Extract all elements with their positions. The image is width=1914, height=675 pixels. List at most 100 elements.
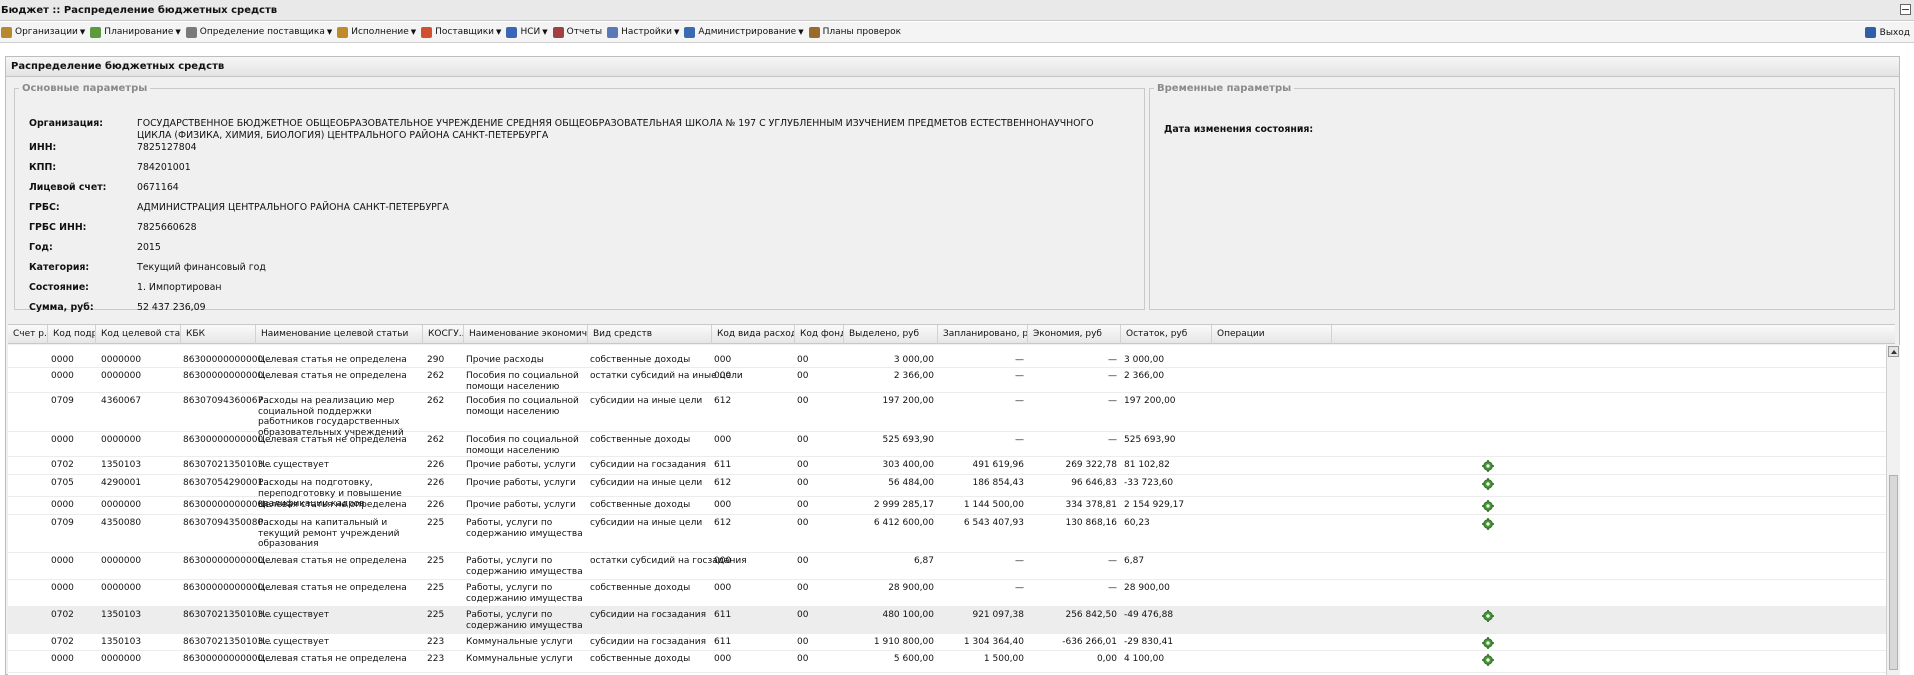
cell-fond: 00 <box>797 371 809 381</box>
cell-plan: 186 854,43 <box>972 478 1024 488</box>
cell-kosgu: 226 <box>427 478 445 488</box>
column-header[interactable]: Код вида расходов <box>712 325 795 344</box>
menu-item[interactable]: Организации ▼ <box>0 23 89 42</box>
column-header[interactable]: Выделено, руб <box>844 325 938 344</box>
table-row[interactable]: 0000 0000000 86300000000000... Целевая стат… <box>8 432 1886 457</box>
cell-kbk: 86307054290001... <box>183 478 272 488</box>
table-row[interactable]: 0709 4350080 86307094350080... Расходы на к… <box>8 515 1886 553</box>
column-header[interactable]: КБК <box>181 325 256 344</box>
cell-ost: 525 693,90 <box>1124 435 1176 445</box>
planning-icon <box>90 26 102 38</box>
inspection-icon <box>808 26 820 38</box>
column-header[interactable]: Экономия, руб <box>1028 325 1121 344</box>
param-row-grbs-inn: ГРБС ИНН: 7825660628 <box>29 222 1107 234</box>
menu-item[interactable]: НСИ ▼ <box>505 23 551 42</box>
column-header[interactable]: Запланировано, руб <box>938 325 1028 344</box>
cell-plan: 491 619,96 <box>972 460 1024 470</box>
table-row[interactable]: 0000 0000000 86300000000000... Целевая стат… <box>8 368 1886 393</box>
cell-name: Целевая статья не определена <box>258 556 407 566</box>
param-label: ГРБС: <box>29 202 60 213</box>
exit-button[interactable]: Выход <box>1864 23 1910 42</box>
table-row[interactable]: 0000 0000000 86300000000000... Целевая стат… <box>8 580 1886 607</box>
edit-gear-icon[interactable] <box>1482 460 1494 472</box>
column-header[interactable]: Наименование целевой статьи <box>256 325 423 344</box>
table-row[interactable]: 0702 1350103 86307021350103... Не существуе… <box>8 634 1886 651</box>
menu-item-label: Настройки <box>621 27 672 37</box>
cell-kbk: 86300000000000... <box>183 500 272 510</box>
menu-item[interactable]: Планирование ▼ <box>89 23 184 42</box>
cell-cel: 4360067 <box>101 396 142 406</box>
table-row[interactable]: 0000 0000000 86300000000000... Целевая стат… <box>8 553 1886 580</box>
cell-plan: 1 304 364,40 <box>963 637 1024 647</box>
menu-item[interactable]: Администрирование ▼ <box>683 23 807 42</box>
cell-kvr: 611 <box>714 460 732 470</box>
cell-vyd: 5 600,00 <box>893 654 934 664</box>
param-row-account: Лицевой счет: 0671164 <box>29 182 1107 194</box>
param-row-year: Год: 2015 <box>29 242 1107 254</box>
cell-kosgu: 226 <box>427 500 445 510</box>
column-header[interactable]: Вид средств <box>588 325 712 344</box>
menu-item[interactable]: Отчеты <box>552 23 607 42</box>
edit-gear-icon[interactable] <box>1482 637 1494 649</box>
cell-econom: — <box>1108 355 1117 365</box>
cell-kbk: 86300000000000... <box>183 355 272 365</box>
cell-podr: 0000 <box>51 435 74 445</box>
menu-item[interactable]: Настройки ▼ <box>606 23 683 42</box>
cell-cel: 0000000 <box>101 556 142 566</box>
column-header[interactable]: Код подра... <box>48 325 96 344</box>
table-row[interactable]: 0000 0000000 86300000000000... Целевая стат… <box>8 352 1886 368</box>
param-row-sum: Сумма, руб: 52 437 236,09 <box>29 302 1107 314</box>
scroll-thumb[interactable] <box>1889 475 1898 670</box>
cell-podr: 0705 <box>51 478 74 488</box>
cell-podr: 0000 <box>51 371 74 381</box>
column-header[interactable]: Операции <box>1212 325 1332 344</box>
edit-gear-icon[interactable] <box>1482 500 1494 512</box>
column-header[interactable]: Код целевой статьи <box>96 325 181 344</box>
cell-fond: 00 <box>797 396 809 406</box>
cell-kvr: 611 <box>714 637 732 647</box>
menu-item[interactable]: Определение поставщика ▼ <box>185 23 336 42</box>
main-params-legend: Основные параметры <box>22 83 148 94</box>
cell-econom: 0,00 <box>1096 654 1117 664</box>
cell-vid: субсидии на иные цели <box>590 396 703 406</box>
cell-kvr: 000 <box>714 500 732 510</box>
cell-ost: 60,23 <box>1124 518 1150 528</box>
cell-vid: субсидии на госзадания <box>590 637 707 647</box>
cell-cel: 1350103 <box>101 460 142 470</box>
column-header[interactable]: КОСГУ... <box>423 325 464 344</box>
column-header[interactable]: Остаток, руб <box>1121 325 1212 344</box>
grid-scrollbar[interactable] <box>1886 345 1900 675</box>
edit-gear-icon[interactable] <box>1482 478 1494 490</box>
edit-gear-icon[interactable] <box>1482 654 1494 666</box>
edit-gear-icon[interactable] <box>1482 610 1494 622</box>
cell-kbk: 86300000000000... <box>183 556 272 566</box>
table-row[interactable]: 0000 0000000 86300000000000... Целевая стат… <box>8 497 1886 515</box>
cell-vid: субсидии на иные цели <box>590 478 703 488</box>
column-header[interactable]: Код фонда <box>795 325 844 344</box>
cell-kvr: 611 <box>714 610 732 620</box>
menu-item[interactable]: Исполнение ▼ <box>336 23 420 42</box>
table-row[interactable]: 0000 0000000 86300000000000... Целевая стат… <box>8 651 1886 673</box>
cell-kbk: 86307094360067... <box>183 396 272 406</box>
table-row[interactable]: 0702 1350103 86307021350103... Не существуе… <box>8 607 1886 634</box>
gear-icon <box>185 26 197 38</box>
edit-gear-icon[interactable] <box>1482 518 1494 530</box>
cell-kosgu: 223 <box>427 637 445 647</box>
cell-ost: 197 200,00 <box>1124 396 1176 406</box>
execution-icon <box>337 26 349 38</box>
table-row[interactable]: 0702 1350103 86307021350103... Не существуе… <box>8 457 1886 475</box>
cell-vyd: 56 484,00 <box>888 478 934 488</box>
cell-cel: 1350103 <box>101 610 142 620</box>
cell-cel: 0000000 <box>101 355 142 365</box>
table-row[interactable]: 0705 4290001 86307054290001... Расходы на п… <box>8 475 1886 509</box>
cell-kbk: 86307021350103... <box>183 637 272 647</box>
menu-item[interactable]: Поставщики ▼ <box>420 23 505 42</box>
menu-item[interactable]: Планы проверок <box>808 23 906 42</box>
column-header[interactable]: Счет р... <box>8 325 48 344</box>
column-header[interactable]: Наименование экономической ... <box>464 325 588 344</box>
minimize-button[interactable] <box>1900 4 1911 15</box>
scroll-up-button[interactable] <box>1888 346 1899 357</box>
table-row[interactable]: 0709 4360067 86307094360067... Расходы на р… <box>8 393 1886 438</box>
cell-fond: 00 <box>797 583 809 593</box>
chevron-down-icon: ▼ <box>496 28 502 36</box>
